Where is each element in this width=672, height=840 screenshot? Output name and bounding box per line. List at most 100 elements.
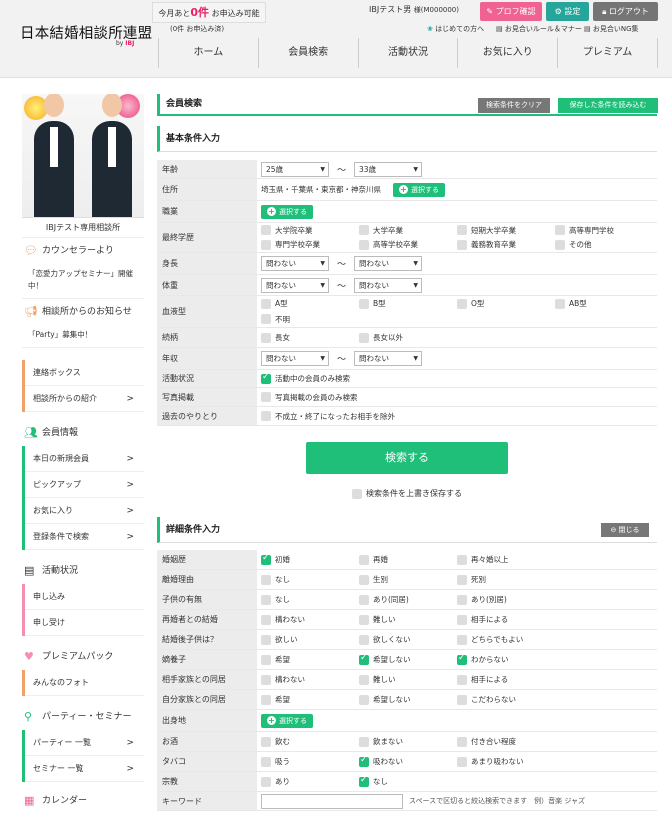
detail-checkbox[interactable]: 構わない — [261, 614, 359, 625]
education-checkbox[interactable]: 高等専門学校 — [555, 225, 614, 236]
overwrite-save-checkbox[interactable]: 検索条件を上書き保存する — [157, 488, 657, 499]
blood-checkbox[interactable]: 不明 — [261, 314, 359, 325]
weight-from-select[interactable]: 問わない — [261, 277, 329, 293]
nav-favorites[interactable]: お気に入り — [458, 38, 559, 68]
detail-checkbox[interactable]: 難しい — [359, 614, 457, 625]
sidebar-item-parties[interactable]: パーティー 一覧 > — [25, 730, 144, 756]
detail-checkbox[interactable]: 飲む — [261, 736, 359, 747]
blood-checkbox[interactable]: B型 — [359, 298, 457, 309]
sidebar-item-pickup[interactable]: ピックアップ > — [25, 472, 144, 498]
job-select-button[interactable]: + 選択する — [261, 204, 313, 219]
sidebar-item-contact-box[interactable]: 連絡ボックス — [25, 360, 144, 386]
education-checkbox[interactable]: 短期大学卒業 — [457, 225, 555, 236]
range-separator: ～ — [337, 281, 347, 292]
detail-checkbox[interactable]: なし — [359, 775, 457, 787]
birthplace-select-button[interactable]: + 選択する — [261, 713, 313, 728]
sidebar-item-photos[interactable]: みんなのフォト — [25, 670, 144, 696]
detail-checkbox[interactable]: 吸わない — [359, 755, 457, 767]
clear-conditions-button[interactable]: 検索条件をクリア — [478, 98, 550, 113]
blood-checkbox[interactable]: O型 — [457, 298, 555, 309]
detail-checkbox[interactable]: 死別 — [457, 574, 555, 585]
photo-only-checkbox[interactable]: 写真掲載の会員のみ検索 — [261, 392, 358, 403]
profile-button[interactable]: ✎ プロフ確認 — [480, 2, 542, 21]
sibling-label: 続柄 — [157, 328, 257, 347]
link-beginner[interactable]: ❀ はじめての方へ — [427, 24, 484, 34]
education-checkbox[interactable]: 大学卒業 — [359, 225, 457, 236]
logout-button[interactable]: 🔒︎ ログアウト — [593, 2, 658, 21]
sidebar-item-saved-search[interactable]: 登録条件で検索 > — [25, 524, 144, 550]
detail-checkbox[interactable]: 構わない — [261, 674, 359, 685]
detail-checkbox[interactable]: 吸う — [261, 756, 359, 767]
education-checkbox[interactable]: 大学院卒業 — [261, 225, 359, 236]
weight-to-select[interactable]: 問わない — [354, 277, 423, 293]
keyword-input[interactable] — [261, 793, 403, 809]
checkbox-label: 再々婚以上 — [471, 555, 509, 564]
detail-checkbox[interactable]: あまり吸わない — [457, 756, 555, 767]
detail-checkbox[interactable]: わからない — [457, 653, 555, 665]
sidebar-item-favorites[interactable]: お気に入り > — [25, 498, 144, 524]
detail-checkbox[interactable]: あり(同居) — [359, 594, 457, 605]
active-only-checkbox[interactable]: 活動中の会員のみ検索 — [261, 372, 350, 384]
blood-checkbox[interactable]: AB型 — [555, 298, 587, 309]
detail-checkbox[interactable]: 希望 — [261, 654, 359, 665]
address-select-button[interactable]: + 選択する — [393, 182, 445, 197]
nav-premium[interactable]: プレミアム — [558, 38, 658, 68]
sidebar-item-new-members[interactable]: 本日の新規会員 > — [25, 446, 144, 472]
exclude-history-checkbox[interactable]: 不成立・終了になったお相手を除外 — [261, 411, 395, 422]
counselor-message[interactable]: 「恋愛力アップセミナー」開催中！ — [22, 264, 144, 299]
nav-member-search[interactable]: 会員検索 — [259, 38, 359, 68]
age-from-select[interactable]: 25歳 — [261, 161, 329, 177]
sidebar-item-received[interactable]: 申し受け — [25, 610, 144, 636]
detail-checkbox[interactable]: あり(別居) — [457, 594, 555, 605]
height-from-select[interactable]: 問わない — [261, 256, 329, 271]
link-ng[interactable]: ▤ お見合いNG集 — [584, 24, 639, 34]
detail-checkbox[interactable]: どちらでもよい — [457, 634, 555, 645]
detail-checkbox[interactable]: 付き合い程度 — [457, 736, 555, 747]
address-value: 埼玉県・千葉県・東京都・神奈川県 — [261, 185, 381, 194]
sidebar-item-applications[interactable]: 申し込み — [25, 584, 144, 610]
detail-checkbox[interactable]: 相手による — [457, 614, 555, 625]
detail-checkbox[interactable]: 生別 — [359, 574, 457, 585]
detail-checkbox[interactable]: なし — [261, 574, 359, 585]
income-to-select[interactable]: 問わない — [354, 351, 423, 366]
search-button[interactable]: 検索する — [306, 442, 508, 474]
detail-checkbox[interactable]: 欲しくない — [359, 634, 457, 645]
education-checkbox[interactable]: 高等学校卒業 — [359, 239, 457, 250]
blood-checkbox[interactable]: A型 — [261, 298, 359, 309]
link-rules[interactable]: ▤ お見合いルール＆マナー — [496, 24, 582, 34]
education-checkbox[interactable]: 専門学校卒業 — [261, 239, 359, 250]
detail-checkbox[interactable]: 欲しい — [261, 634, 359, 645]
detail-checkbox[interactable]: 相手による — [457, 674, 555, 685]
load-saved-button[interactable]: 保存した条件を読み込む — [558, 98, 658, 113]
checkbox-box — [457, 694, 467, 705]
age-to-select[interactable]: 33歳 — [354, 161, 423, 177]
detail-checkbox[interactable]: 飲まない — [359, 736, 457, 747]
education-checkbox[interactable]: その他 — [555, 239, 592, 250]
settings-button[interactable]: ⚙ 設定 — [546, 2, 589, 21]
detail-checkbox[interactable]: 再々婚以上 — [457, 554, 555, 565]
detail-checkbox[interactable]: 難しい — [359, 674, 457, 685]
sibling-checkbox[interactable]: 長女 — [261, 332, 359, 343]
detail-checkbox[interactable]: 希望しない — [359, 694, 457, 705]
sidebar-item-seminars[interactable]: セミナー 一覧 > — [25, 756, 144, 782]
height-to-select[interactable]: 問わない — [354, 256, 423, 271]
detail-checkbox[interactable]: 初婚 — [261, 553, 359, 565]
nav-home[interactable]: ホーム — [158, 38, 259, 68]
detail-checkbox[interactable]: なし — [261, 594, 359, 605]
notice-message[interactable]: 「Party」募集中！ — [22, 325, 144, 348]
logout-button-label: ログアウト — [608, 7, 649, 16]
education-checkbox[interactable]: 義務教育卒業 — [457, 239, 555, 250]
checkbox-box — [261, 614, 271, 625]
checkbox-label: 欲しくない — [373, 635, 411, 644]
detail-checkbox[interactable]: 希望 — [261, 694, 359, 705]
nav-activity[interactable]: 活動状況 — [359, 38, 459, 68]
detail-checkbox[interactable]: あり — [261, 776, 359, 787]
close-detail-button[interactable]: ⊖ 閉じる — [601, 523, 649, 537]
detail-checkbox[interactable]: 再婚 — [359, 554, 457, 565]
detail-checkbox[interactable]: こだわらない — [457, 694, 555, 705]
sibling-checkbox[interactable]: 長女以外 — [359, 332, 403, 343]
birthplace-row: 出身地 + 選択する — [157, 710, 657, 732]
detail-checkbox[interactable]: 希望しない — [359, 653, 457, 665]
income-from-select[interactable]: 問わない — [261, 351, 329, 366]
sidebar-item-introduction[interactable]: 相談所からの紹介 > — [25, 386, 144, 412]
